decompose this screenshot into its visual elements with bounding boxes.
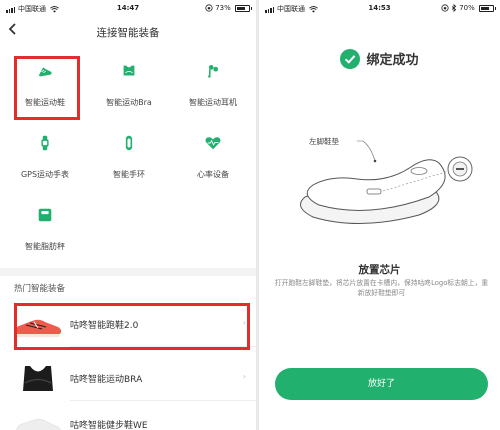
device-label: 智能运动鞋 [25, 98, 65, 107]
device-label: GPS运动手表 [20, 170, 70, 179]
battery-percent: 73% [215, 4, 231, 12]
product-name: 咕咚智能健步鞋WE [70, 421, 148, 430]
product-walking-shoe[interactable]: 咕咚智能健步鞋WE [0, 403, 256, 430]
heart-rate-icon [205, 137, 221, 150]
section-title: 热门智能装备 [14, 284, 66, 294]
insole-label: 左脚鞋垫 [309, 137, 339, 146]
device-earbuds[interactable]: 智能运动耳机 [171, 50, 255, 120]
connect-devices-screen: 中国联通 14:47 73% 连接智能装备 智能运动鞋 智能运动Bra 智能运动… [0, 0, 256, 430]
device-label: 智能运动Bra [106, 98, 152, 107]
device-gps-watch[interactable]: GPS运动手表 [3, 122, 87, 192]
bind-success-screen: 中国联通 14:53 70% 绑定成功 左脚鞋垫 放置芯片 打开跑鞋左脚鞋垫，将… [259, 0, 500, 430]
product-name: 咕咚智能跑鞋2.0 [70, 321, 139, 331]
nav-bar: 连接智能装备 [0, 20, 256, 44]
sneaker-icon [38, 67, 52, 77]
check-circle-icon [340, 48, 361, 69]
product-name: 咕咚智能运动BRA [70, 375, 143, 385]
watch-icon [41, 135, 49, 151]
sports-bra-icon [123, 65, 135, 76]
page-title: 连接智能装备 [96, 27, 160, 39]
device-label: 心率设备 [197, 170, 229, 179]
battery-icon [235, 4, 252, 12]
scale-icon [38, 208, 52, 222]
band-icon [125, 135, 133, 151]
sports-bra-image [23, 366, 53, 391]
chip-title: 放置芯片 [358, 264, 401, 276]
chevron-right-icon: › [242, 372, 246, 381]
done-button[interactable]: 放好了 [275, 368, 488, 400]
device-label: 智能手环 [113, 170, 145, 179]
earbuds-icon [208, 65, 219, 78]
chip-instructions: 打开跑鞋左脚鞋垫，将芯片放置在卡槽内，保持咕咚Logo标志朝上，重新放好鞋垫即可 [274, 279, 489, 297]
bluetooth-icon [451, 3, 457, 13]
running-shoe-image [14, 319, 62, 337]
device-sports-bra[interactable]: 智能运动Bra [87, 50, 171, 120]
bind-success-header: 绑定成功 [259, 48, 500, 69]
device-smart-shoe[interactable]: 智能运动鞋 [3, 50, 87, 120]
device-heart-rate[interactable]: 心率设备 [171, 122, 255, 192]
orientation-lock-icon [441, 4, 449, 12]
walking-shoe-image [16, 419, 61, 430]
insole-illustration: 左脚鞋垫 [279, 125, 489, 245]
device-fat-scale[interactable]: 智能脂肪秤 [3, 194, 87, 264]
device-label: 智能运动耳机 [189, 98, 237, 107]
section-divider [0, 268, 256, 276]
bind-success-title: 绑定成功 [366, 53, 419, 68]
product-sports-bra[interactable]: 咕咚智能运动BRA › [0, 357, 256, 401]
status-bar: 中国联通 14:47 73% [0, 4, 256, 16]
orientation-lock-icon [205, 4, 213, 12]
device-label: 智能脂肪秤 [25, 242, 65, 251]
product-running-shoe[interactable]: 咕咚智能跑鞋2.0 › [0, 303, 256, 347]
battery-icon [479, 4, 496, 12]
status-bar: 中国联通 14:53 70% [259, 3, 500, 16]
device-smart-band[interactable]: 智能手环 [87, 122, 171, 192]
chevron-right-icon: › [242, 318, 246, 327]
battery-percent: 70% [459, 4, 475, 12]
